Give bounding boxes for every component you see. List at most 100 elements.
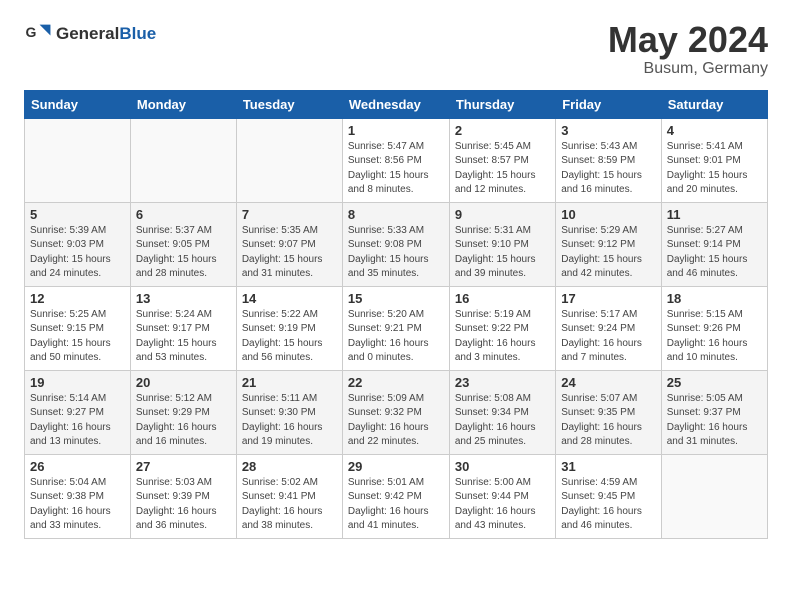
calendar-cell (661, 454, 767, 538)
day-number: 19 (30, 375, 125, 390)
day-info: Sunrise: 5:27 AM Sunset: 9:14 PM Dayligh… (667, 224, 762, 282)
day-info: Sunrise: 5:03 AM Sunset: 9:39 PM Dayligh… (136, 476, 231, 534)
day-info: Sunrise: 5:31 AM Sunset: 9:10 PM Dayligh… (455, 224, 550, 282)
day-info: Sunrise: 5:43 AM Sunset: 8:59 PM Dayligh… (561, 140, 656, 198)
day-info: Sunrise: 5:24 AM Sunset: 9:17 PM Dayligh… (136, 308, 231, 366)
calendar-cell: 9Sunrise: 5:31 AM Sunset: 9:10 PM Daylig… (449, 202, 555, 286)
day-info: Sunrise: 5:02 AM Sunset: 9:41 PM Dayligh… (242, 476, 337, 534)
day-number: 12 (30, 291, 125, 306)
logo-general: General (56, 24, 119, 43)
calendar-week-row: 5 Sunrise: 5:39 AM Sunset: 9:03 PM Daylig… (25, 202, 768, 286)
day-info: Sunrise: 5:39 AM Sunset: 9:03 PM Dayligh… (30, 224, 125, 282)
logo-blue: Blue (119, 24, 156, 43)
day-info: Sunrise: 5:37 AM Sunset: 9:05 PM Dayligh… (136, 224, 231, 282)
calendar-cell: 29Sunrise: 5:01 AM Sunset: 9:42 PM Dayli… (342, 454, 449, 538)
day-number: 28 (242, 459, 337, 474)
day-number: 11 (667, 207, 762, 222)
day-number: 3 (561, 123, 656, 138)
weekday-header-monday: Monday (130, 90, 236, 118)
calendar-cell: 20Sunrise: 5:12 AM Sunset: 9:29 PM Dayli… (130, 370, 236, 454)
day-info: Sunrise: 5:25 AM Sunset: 9:15 PM Dayligh… (30, 308, 125, 366)
calendar-cell: 1 Sunrise: 5:47 AM Sunset: 8:56 PM Daylig… (342, 118, 449, 202)
month-title: May 2024 (608, 20, 768, 60)
calendar-cell: 4Sunrise: 5:41 AM Sunset: 9:01 PM Daylig… (661, 118, 767, 202)
calendar-cell: 16 Sunrise: 5:19 AM Sunset: 9:22 PM Dayli… (449, 286, 555, 370)
day-info: Sunrise: 4:59 AM Sunset: 9:45 PM Dayligh… (561, 476, 656, 534)
day-info: Sunrise: 5:12 AM Sunset: 9:29 PM Dayligh… (136, 392, 231, 450)
day-number: 23 (455, 375, 550, 390)
weekday-header-saturday: Saturday (661, 90, 767, 118)
weekday-header-tuesday: Tuesday (236, 90, 342, 118)
calendar-cell: 15Sunrise: 5:20 AM Sunset: 9:21 PM Dayli… (342, 286, 449, 370)
weekday-header-row: SundayMondayTuesdayWednesdayThursdayFrid… (25, 90, 768, 118)
day-info: Sunrise: 5:29 AM Sunset: 9:12 PM Dayligh… (561, 224, 656, 282)
day-number: 8 (348, 207, 444, 222)
day-info: Sunrise: 5:11 AM Sunset: 9:30 PM Dayligh… (242, 392, 337, 450)
day-number: 1 (348, 123, 444, 138)
calendar-cell: 19 Sunrise: 5:14 AM Sunset: 9:27 PM Dayli… (25, 370, 131, 454)
calendar-cell: 11 Sunrise: 5:27 AM Sunset: 9:14 PM Dayli… (661, 202, 767, 286)
day-number: 2 (455, 123, 550, 138)
day-number: 29 (348, 459, 444, 474)
day-number: 30 (455, 459, 550, 474)
day-info: Sunrise: 5:35 AM Sunset: 9:07 PM Dayligh… (242, 224, 337, 282)
calendar-cell: 30 Sunrise: 5:00 AM Sunset: 9:44 PM Dayli… (449, 454, 555, 538)
day-info: Sunrise: 5:04 AM Sunset: 9:38 PM Dayligh… (30, 476, 125, 534)
calendar-cell: 28 Sunrise: 5:02 AM Sunset: 9:41 PM Dayli… (236, 454, 342, 538)
day-info: Sunrise: 5:00 AM Sunset: 9:44 PM Dayligh… (455, 476, 550, 534)
calendar-cell: 23 Sunrise: 5:08 AM Sunset: 9:34 PM Dayli… (449, 370, 555, 454)
calendar-week-row: 1 Sunrise: 5:47 AM Sunset: 8:56 PM Daylig… (25, 118, 768, 202)
day-number: 24 (561, 375, 656, 390)
calendar-cell: 5 Sunrise: 5:39 AM Sunset: 9:03 PM Daylig… (25, 202, 131, 286)
calendar-cell: 17 Sunrise: 5:17 AM Sunset: 9:24 PM Dayli… (556, 286, 662, 370)
calendar-cell: 22Sunrise: 5:09 AM Sunset: 9:32 PM Dayli… (342, 370, 449, 454)
calendar-cell: 26Sunrise: 5:04 AM Sunset: 9:38 PM Dayli… (25, 454, 131, 538)
calendar-cell: 3 Sunrise: 5:43 AM Sunset: 8:59 PM Daylig… (556, 118, 662, 202)
day-info: Sunrise: 5:15 AM Sunset: 9:26 PM Dayligh… (667, 308, 762, 366)
calendar-cell: 21 Sunrise: 5:11 AM Sunset: 9:30 PM Dayli… (236, 370, 342, 454)
calendar-cell: 14 Sunrise: 5:22 AM Sunset: 9:19 PM Dayli… (236, 286, 342, 370)
calendar-cell: 2 Sunrise: 5:45 AM Sunset: 8:57 PM Daylig… (449, 118, 555, 202)
day-number: 16 (455, 291, 550, 306)
day-info: Sunrise: 5:33 AM Sunset: 9:08 PM Dayligh… (348, 224, 444, 282)
day-number: 27 (136, 459, 231, 474)
day-number: 13 (136, 291, 231, 306)
calendar-cell (25, 118, 131, 202)
day-number: 14 (242, 291, 337, 306)
day-info: Sunrise: 5:22 AM Sunset: 9:19 PM Dayligh… (242, 308, 337, 366)
calendar-cell: 18 Sunrise: 5:15 AM Sunset: 9:26 PM Dayli… (661, 286, 767, 370)
day-info: Sunrise: 5:08 AM Sunset: 9:34 PM Dayligh… (455, 392, 550, 450)
day-info: Sunrise: 5:05 AM Sunset: 9:37 PM Dayligh… (667, 392, 762, 450)
day-info: Sunrise: 5:17 AM Sunset: 9:24 PM Dayligh… (561, 308, 656, 366)
day-number: 21 (242, 375, 337, 390)
calendar-cell: 13 Sunrise: 5:24 AM Sunset: 9:17 PM Dayli… (130, 286, 236, 370)
calendar-cell: 10 Sunrise: 5:29 AM Sunset: 9:12 PM Dayli… (556, 202, 662, 286)
weekday-header-sunday: Sunday (25, 90, 131, 118)
day-number: 7 (242, 207, 337, 222)
calendar-week-row: 19 Sunrise: 5:14 AM Sunset: 9:27 PM Dayli… (25, 370, 768, 454)
day-number: 17 (561, 291, 656, 306)
calendar-cell (236, 118, 342, 202)
weekday-header-wednesday: Wednesday (342, 90, 449, 118)
calendar-cell: 27 Sunrise: 5:03 AM Sunset: 9:39 PM Dayli… (130, 454, 236, 538)
location-subtitle: Busum, Germany (608, 60, 768, 78)
weekday-header-thursday: Thursday (449, 90, 555, 118)
calendar-cell (130, 118, 236, 202)
day-info: Sunrise: 5:07 AM Sunset: 9:35 PM Dayligh… (561, 392, 656, 450)
day-info: Sunrise: 5:14 AM Sunset: 9:27 PM Dayligh… (30, 392, 125, 450)
calendar-cell: 24 Sunrise: 5:07 AM Sunset: 9:35 PM Dayli… (556, 370, 662, 454)
day-number: 6 (136, 207, 231, 222)
day-number: 18 (667, 291, 762, 306)
svg-text:G: G (26, 24, 37, 40)
day-number: 10 (561, 207, 656, 222)
day-info: Sunrise: 5:45 AM Sunset: 8:57 PM Dayligh… (455, 140, 550, 198)
calendar-week-row: 12 Sunrise: 5:25 AM Sunset: 9:15 PM Dayli… (25, 286, 768, 370)
day-info: Sunrise: 5:47 AM Sunset: 8:56 PM Dayligh… (348, 140, 444, 198)
calendar-cell: 6 Sunrise: 5:37 AM Sunset: 9:05 PM Daylig… (130, 202, 236, 286)
day-number: 5 (30, 207, 125, 222)
weekday-header-friday: Friday (556, 90, 662, 118)
day-number: 31 (561, 459, 656, 474)
logo: G GeneralBlue (24, 20, 156, 48)
day-info: Sunrise: 5:41 AM Sunset: 9:01 PM Dayligh… (667, 140, 762, 198)
day-info: Sunrise: 5:19 AM Sunset: 9:22 PM Dayligh… (455, 308, 550, 366)
